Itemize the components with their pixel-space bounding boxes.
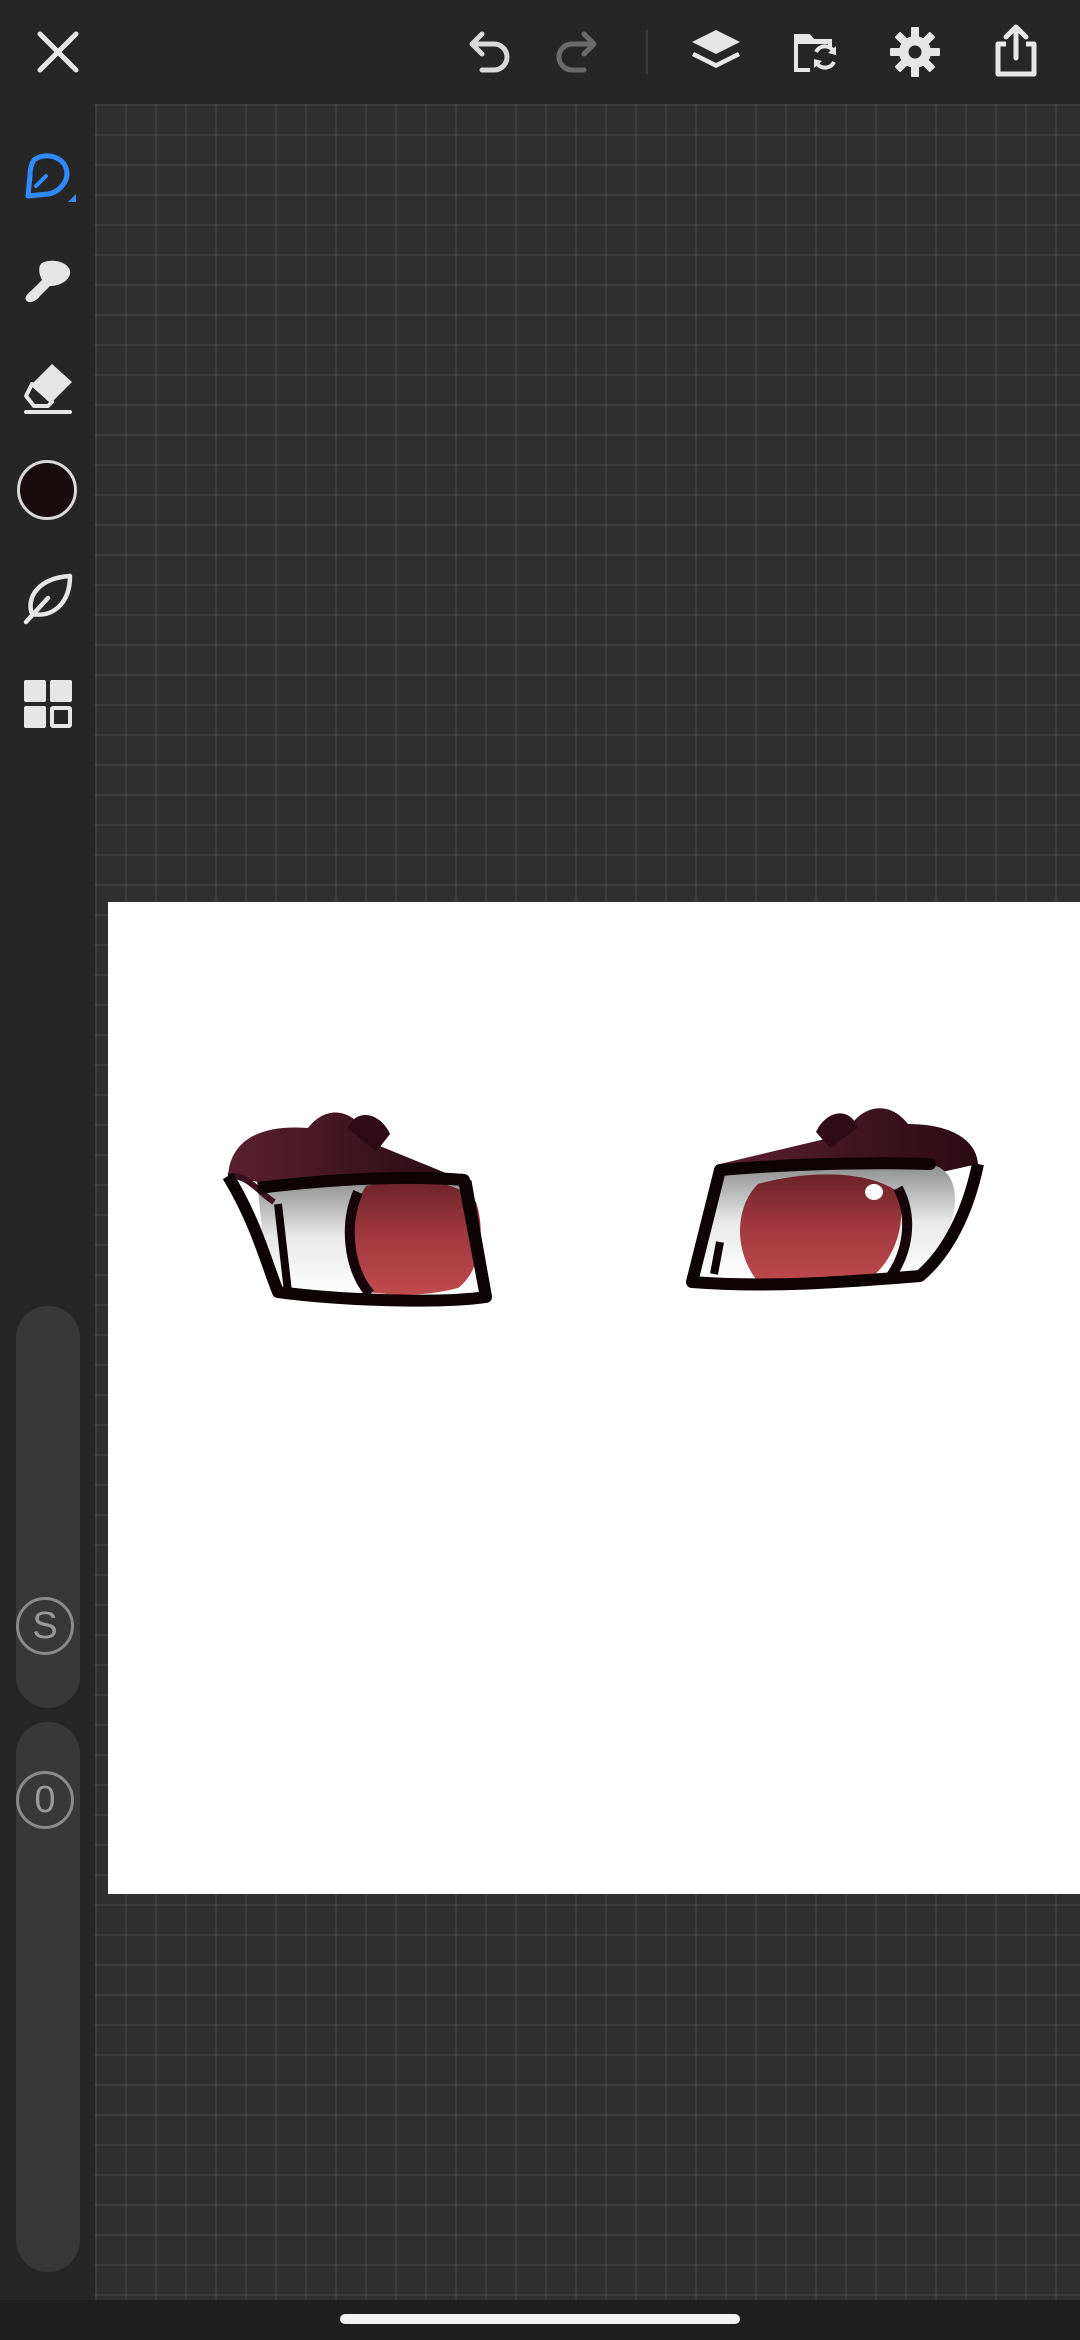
folder-sync-icon — [794, 34, 836, 72]
brush-icon — [25, 260, 71, 303]
redo-icon — [556, 31, 597, 73]
size-slider-letter: S — [32, 1605, 58, 1647]
settings-button[interactable] — [879, 16, 951, 88]
share-icon — [995, 24, 1037, 77]
workspace-grid[interactable] — [95, 104, 1080, 2300]
pen-icon — [25, 153, 76, 202]
right-eye-drawing — [686, 1108, 984, 1291]
close-icon — [37, 31, 79, 73]
share-button[interactable] — [980, 16, 1052, 88]
size-slider-label: S — [16, 1597, 74, 1655]
left-eye-drawing — [222, 1112, 497, 1307]
materials-button[interactable] — [12, 668, 84, 740]
materials-grid-icon — [24, 680, 72, 728]
close-button[interactable] — [22, 16, 94, 88]
color-swatch[interactable] — [17, 460, 77, 520]
drawing-canvas[interactable] — [108, 902, 1080, 1894]
brush-tool-button[interactable] — [12, 246, 84, 318]
toolbar-divider — [646, 30, 648, 74]
pen-tool-button[interactable] — [12, 140, 84, 212]
eraser-tool-button[interactable] — [12, 352, 84, 424]
opacity-slider-label: 0 — [16, 1771, 74, 1829]
gear-icon — [890, 27, 940, 77]
vector-tool-button[interactable] — [12, 562, 84, 634]
home-indicator[interactable] — [340, 2314, 740, 2324]
layers-button[interactable] — [680, 16, 752, 88]
eraser-icon — [24, 364, 72, 414]
opacity-slider-value: 0 — [34, 1779, 56, 1821]
undo-icon — [469, 31, 510, 73]
tool-sidebar: S 0 — [0, 104, 95, 2300]
leaf-icon — [23, 573, 73, 625]
material-folder-button[interactable] — [780, 16, 852, 88]
layers-icon — [692, 30, 740, 68]
undo-button[interactable] — [452, 16, 524, 88]
redo-button[interactable] — [542, 16, 614, 88]
top-toolbar — [0, 0, 1080, 104]
canvas-artwork — [222, 1108, 984, 1307]
